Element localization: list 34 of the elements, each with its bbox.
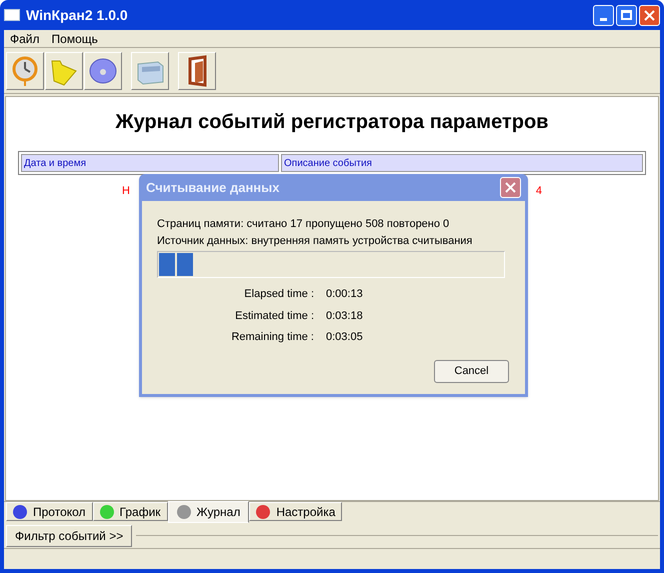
cancel-button[interactable]: Cancel [434, 360, 509, 382]
tab[interactable]: График [92, 502, 168, 521]
status-text: Источник данных: внутренняя память устройства считывания [157, 234, 474, 248]
time-value: 0:03:18 [326, 308, 363, 324]
time-label: Remaining time : [230, 330, 314, 345]
toolbar-button[interactable] [178, 52, 216, 90]
time-value: 0:03:05 [326, 330, 363, 345]
toolbar-button[interactable] [6, 52, 44, 90]
tab[interactable]: Протокол [6, 502, 93, 521]
tab[interactable]: Журнал [168, 501, 250, 523]
notice-text: Н [122, 184, 130, 199]
time-value: 0:00:13 [326, 287, 363, 302]
toolbar-button[interactable] [131, 52, 169, 90]
close-icon [644, 10, 655, 20]
menu-item[interactable]: Файл [10, 30, 40, 48]
page-heading: Журнал событий регистратора параметров [116, 110, 548, 135]
filter-button[interactable]: Фильтр событий >> [6, 524, 132, 546]
time-label: Estimated time : [234, 308, 314, 324]
status-text: Страниц памяти: считано 17 пропущено 508 повторено 0 [157, 217, 450, 232]
column-header: Описание события [281, 154, 643, 172]
app-icon [4, 9, 20, 21]
minimize-button[interactable] [593, 4, 614, 26]
toolbar-button[interactable] [45, 52, 83, 90]
dialog-title: Считывание данных [146, 178, 280, 197]
column-header: Дата и время [21, 154, 279, 172]
time-label: Elapsed time : [243, 287, 314, 302]
maximize-button[interactable] [616, 4, 637, 26]
window-title: WinКран2 1.0.0 [26, 6, 128, 25]
tab[interactable]: Настройка [249, 502, 342, 521]
toolbar-button[interactable] [84, 52, 122, 90]
notice-text: 4 [536, 184, 542, 199]
close-icon [505, 182, 516, 193]
menu-item[interactable]: Помощь [52, 30, 98, 48]
close-button[interactable] [639, 4, 660, 26]
